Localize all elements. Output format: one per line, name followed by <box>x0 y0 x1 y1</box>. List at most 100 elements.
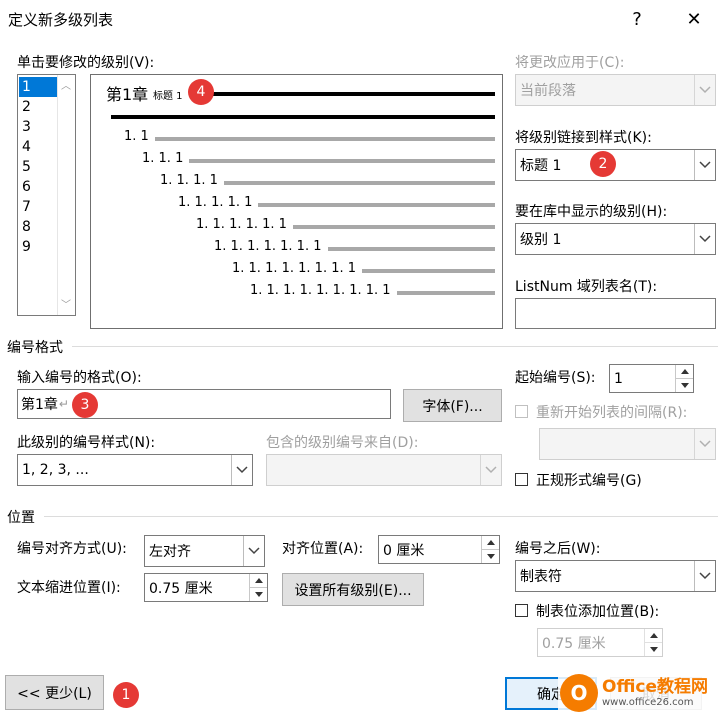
apply-to-label: 将更改应用于(C): <box>515 55 625 71</box>
section-divider <box>72 346 718 347</box>
apply-to-select[interactable]: 当前段落 <box>515 74 716 106</box>
link-style-label: 将级别链接到样式(K): <box>515 130 652 146</box>
preview-row-number: 1. 1 <box>124 129 149 144</box>
close-button[interactable]: ✕ <box>676 4 712 34</box>
listnum-input[interactable] <box>515 298 716 329</box>
number-alignment-value: 左对齐 <box>149 544 191 560</box>
paragraph-mark-icon: ↵ <box>58 397 69 411</box>
add-tab-stop-value: 0.75 厘米 <box>542 635 606 652</box>
apply-to-value: 当前段落 <box>520 83 576 99</box>
start-at-spinner[interactable]: 1 <box>609 364 694 393</box>
annotation-badge-3: 3 <box>72 392 98 418</box>
spin-down-icon[interactable] <box>250 587 267 601</box>
add-tab-stop-spinner[interactable]: 0.75 厘米 <box>537 628 663 657</box>
set-all-levels-button[interactable]: 设置所有级别(E)... <box>282 573 424 606</box>
number-alignment-select[interactable]: 左对齐 <box>144 535 265 567</box>
text-indent-value: 0.75 厘米 <box>149 580 213 597</box>
listnum-label: ListNum 域列表名(T): <box>515 279 658 295</box>
annotation-badge-4: 4 <box>188 79 214 105</box>
preview-row-line <box>397 291 495 295</box>
spin-up-icon[interactable] <box>645 629 662 642</box>
gallery-level-select[interactable]: 级别 1 <box>515 223 716 255</box>
preview-heading-line-2 <box>111 115 495 119</box>
legal-numbering-label: 正规形式编号(G) <box>536 473 642 489</box>
level-item[interactable]: 5 <box>19 157 57 177</box>
chevron-down-icon <box>694 561 715 591</box>
level-list[interactable]: 123456789 ︿ ﹀ <box>17 74 76 316</box>
annotation-badge-2: 2 <box>590 151 616 177</box>
level-list-label: 单击要修改的级别(V): <box>17 55 155 71</box>
preview-row-number: 1. 1. 1. 1. 1. 1. 1 <box>214 239 322 254</box>
restart-list-select[interactable] <box>539 428 716 460</box>
spin-up-icon[interactable] <box>250 574 267 587</box>
restart-list-checkbox[interactable] <box>515 405 528 418</box>
aligned-at-spinner[interactable]: 0 厘米 <box>378 535 500 564</box>
preview-row-number: 1. 1. 1. 1. 1. 1. 1. 1. 1 <box>250 283 391 298</box>
section-divider <box>44 516 718 517</box>
text-indent-label: 文本缩进位置(I): <box>17 580 121 596</box>
add-tab-stop-label: 制表位添加位置(B): <box>536 604 660 620</box>
office-logo-icon: O <box>560 674 598 712</box>
preview-row-line <box>258 203 495 207</box>
spin-up-icon[interactable] <box>482 536 499 549</box>
level-item[interactable]: 9 <box>19 237 57 257</box>
number-format-label: 输入编号的格式(O): <box>17 370 142 386</box>
start-at-value: 1 <box>614 370 623 387</box>
chevron-down-icon <box>694 429 715 459</box>
start-at-label: 起始编号(S): <box>515 370 596 386</box>
level-item[interactable]: 4 <box>19 137 57 157</box>
define-multilevel-list-dialog: 定义新多级列表 ? ✕ 单击要修改的级别(V): 123456789 ︿ ﹀ 第… <box>0 0 725 721</box>
scroll-up-icon[interactable]: ︿ <box>61 77 71 92</box>
watermark: O Office教程网 www.office26.com <box>558 670 720 716</box>
restart-list-label: 重新开始列表的间隔(R): <box>536 405 688 421</box>
preview-row-number: 1. 1. 1. 1. 1. 1 <box>196 217 287 232</box>
number-style-label: 此级别的编号样式(N): <box>17 435 156 451</box>
level-list-scrollbar[interactable]: ︿ ﹀ <box>57 75 75 315</box>
number-format-value: 第1章 <box>21 397 58 413</box>
legal-numbering-checkbox[interactable] <box>515 473 528 486</box>
number-alignment-label: 编号对齐方式(U): <box>17 541 127 557</box>
annotation-badge-1: 1 <box>113 682 139 708</box>
number-format-section-title: 编号格式 <box>7 340 63 356</box>
preview-row-number: 1. 1. 1. 1. 1 <box>178 195 253 210</box>
chevron-down-icon <box>694 224 715 254</box>
spin-down-icon[interactable] <box>482 549 499 563</box>
preview-row-number: 1. 1. 1. 1. 1. 1. 1. 1 <box>232 261 357 276</box>
include-level-select[interactable] <box>266 454 502 486</box>
spin-down-icon[interactable] <box>676 378 693 392</box>
preview-row-line <box>224 181 495 185</box>
add-tab-stop-checkbox[interactable] <box>515 604 528 617</box>
level-item[interactable]: 1 <box>19 77 57 97</box>
level-item[interactable]: 8 <box>19 217 57 237</box>
aligned-at-value: 0 厘米 <box>383 542 425 559</box>
font-button[interactable]: 字体(F)... <box>403 389 502 422</box>
follow-number-label: 编号之后(W): <box>515 541 601 557</box>
text-indent-spinner[interactable]: 0.75 厘米 <box>144 573 268 602</box>
scroll-down-icon[interactable]: ﹀ <box>61 296 71 311</box>
follow-number-select[interactable]: 制表符 <box>515 560 716 592</box>
follow-number-value: 制表符 <box>520 569 562 585</box>
include-level-label: 包含的级别编号来自(D): <box>266 435 419 451</box>
level-item[interactable]: 3 <box>19 117 57 137</box>
spin-up-icon[interactable] <box>676 365 693 378</box>
spin-down-icon[interactable] <box>645 642 662 656</box>
preview-row-line <box>362 269 495 273</box>
chevron-down-icon <box>694 75 715 105</box>
list-preview: 第1章 标题 1 1. 1 1. 1. 1 1. 1. 1. 1 1. 1. 1. 1… <box>90 74 503 329</box>
level-item[interactable]: 2 <box>19 97 57 117</box>
level-item[interactable]: 6 <box>19 177 57 197</box>
gallery-level-label: 要在库中显示的级别(H): <box>515 204 668 220</box>
help-button[interactable]: ? <box>619 4 655 34</box>
preview-row-line <box>189 159 495 163</box>
chevron-down-icon <box>243 536 264 566</box>
number-style-select[interactable]: 1, 2, 3, ... <box>17 454 253 486</box>
preview-row-number: 1. 1. 1 <box>142 151 184 166</box>
preview-heading-text: 第1章 <box>106 85 149 104</box>
watermark-url: www.office26.com <box>602 696 694 708</box>
preview-heading-line <box>211 92 495 96</box>
level-item[interactable]: 7 <box>19 197 57 217</box>
less-button[interactable]: << 更少(L) <box>5 675 104 710</box>
preview-row-line <box>328 247 495 251</box>
preview-row-line <box>155 137 495 141</box>
preview-row-number: 1. 1. 1. 1 <box>160 173 218 188</box>
